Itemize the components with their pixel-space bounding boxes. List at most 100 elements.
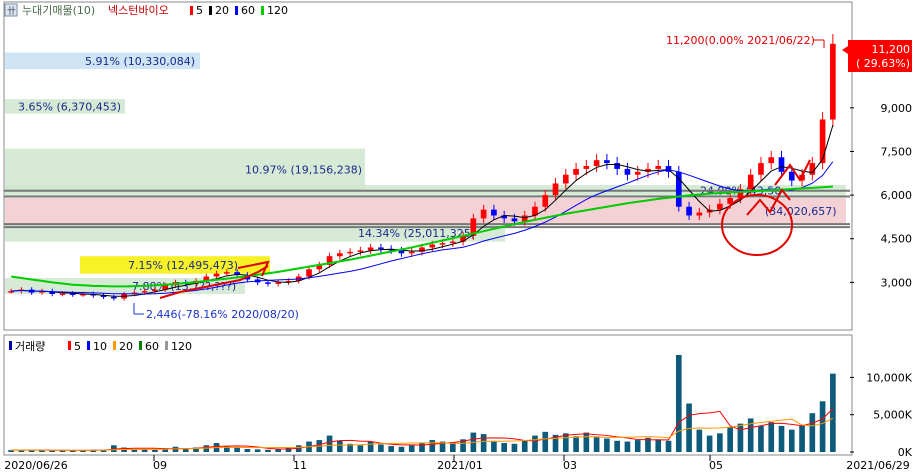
volume-bar bbox=[398, 446, 405, 452]
volume-bar bbox=[275, 449, 282, 452]
volume-tick-label: 10,000K bbox=[866, 371, 912, 384]
price-tick-label: 6,000 bbox=[881, 189, 913, 202]
volume-bar bbox=[480, 434, 487, 452]
candle-body bbox=[141, 291, 148, 293]
candle-body bbox=[511, 218, 518, 222]
volume-bar bbox=[265, 449, 271, 452]
volume-bar bbox=[583, 432, 590, 452]
volume-bar bbox=[521, 440, 528, 452]
overhang-zone-label: 7.15% (12,495,473) bbox=[128, 259, 238, 272]
candle-body bbox=[819, 119, 826, 164]
candle-body bbox=[347, 251, 353, 254]
candle-body bbox=[337, 253, 343, 257]
volume-bar bbox=[326, 435, 333, 452]
indicator-label: 누대기매물(10) bbox=[22, 4, 95, 17]
volume-ma-legend-label: 5 bbox=[74, 340, 81, 353]
volume-bar bbox=[542, 431, 549, 452]
candle-body bbox=[778, 157, 785, 172]
candle-body bbox=[429, 244, 436, 248]
date-tick-label: 03 bbox=[563, 459, 577, 472]
candle-body bbox=[357, 250, 364, 252]
volume-bar bbox=[573, 436, 579, 452]
volume-bar bbox=[378, 444, 384, 452]
candle-body bbox=[367, 247, 374, 251]
volume-bar bbox=[285, 447, 292, 452]
ma-legend-swatch bbox=[235, 6, 238, 15]
volume-bar bbox=[182, 449, 189, 452]
volume-bar bbox=[819, 401, 826, 452]
candle-body bbox=[491, 209, 497, 216]
volume-bar bbox=[717, 433, 723, 452]
candle-body bbox=[111, 296, 117, 299]
date-tick-label: 09 bbox=[153, 459, 167, 472]
date-axis-ticks: 2020/06/26 09 11 2021/01 03 05 2021/06/29 bbox=[4, 455, 910, 472]
volume-bar bbox=[388, 446, 395, 452]
volume-bar bbox=[357, 445, 364, 452]
ma-legend-swatch bbox=[261, 6, 264, 15]
candle-body bbox=[552, 183, 559, 196]
volume-bar bbox=[614, 440, 620, 452]
chart-window: 5.91% (10,330,084) 3.65% (6,370,453) 10.97… bbox=[0, 0, 917, 473]
volume-bar bbox=[686, 403, 692, 452]
last-price: 11,200 bbox=[872, 43, 911, 56]
volume-bar bbox=[152, 449, 158, 452]
volume-bar bbox=[604, 438, 610, 452]
overhang-zone-label: (34,020,657) bbox=[765, 205, 837, 218]
volume-bar bbox=[408, 445, 415, 452]
date-tick-label: 2020/06/26 bbox=[4, 459, 67, 472]
ma-legend-label: 120 bbox=[267, 4, 288, 17]
candle-body bbox=[624, 168, 631, 175]
ma-legend-swatch bbox=[209, 6, 212, 15]
date-tick-label: 11 bbox=[293, 459, 307, 472]
max-annotation: 11,200(0.00% 2021/06/22) bbox=[666, 34, 825, 48]
price-tick-label: 9,000 bbox=[881, 102, 913, 115]
volume-bar bbox=[511, 443, 518, 452]
volume-bar bbox=[778, 425, 785, 452]
candle-body bbox=[830, 43, 836, 120]
volume-bar bbox=[593, 436, 600, 452]
candle-body bbox=[439, 243, 446, 245]
volume-ma-legend-label: 60 bbox=[145, 340, 159, 353]
date-tick-label: 2021/06/29 bbox=[846, 459, 909, 472]
candle-body bbox=[696, 212, 703, 216]
candle-body bbox=[758, 163, 764, 175]
volume-ma-legend-swatch bbox=[87, 341, 90, 350]
volume-bar bbox=[244, 449, 251, 452]
volume-bar bbox=[665, 440, 672, 452]
volume-ma-legend-swatch bbox=[139, 341, 142, 350]
volume-bar bbox=[367, 441, 374, 452]
ma-legend-label: 20 bbox=[215, 4, 229, 17]
volume-bar bbox=[830, 373, 836, 452]
volume-bar bbox=[758, 425, 764, 452]
volume-bar bbox=[788, 429, 795, 452]
svg-text:卄: 卄 bbox=[7, 6, 16, 17]
candle-body bbox=[265, 282, 271, 284]
volume-axis-ticks: 10,000K 5,000K 0K bbox=[850, 371, 913, 459]
volume-bar bbox=[501, 443, 507, 452]
candle-body bbox=[306, 269, 312, 277]
volume-bar bbox=[491, 440, 497, 452]
candle-body bbox=[480, 209, 487, 219]
volume-bar bbox=[624, 441, 631, 452]
candle-body bbox=[593, 160, 600, 166]
volume-ma-legend-label: 120 bbox=[171, 340, 192, 353]
volume-bar bbox=[337, 440, 343, 452]
header-legend: 卄 누대기매물(10) 넥스턴바이오 5 20 60 120 bbox=[4, 3, 288, 17]
candle-body bbox=[573, 168, 579, 175]
candle-body bbox=[747, 174, 754, 190]
candle-body bbox=[213, 273, 220, 277]
volume-ma-legend-swatch bbox=[113, 341, 116, 350]
candle-body bbox=[583, 166, 590, 169]
candle-body bbox=[686, 206, 692, 216]
volume-ma-legend-swatch bbox=[68, 341, 71, 350]
volume-bar bbox=[532, 435, 538, 452]
candle-body bbox=[604, 160, 610, 164]
candle-body bbox=[562, 174, 569, 184]
volume-bar bbox=[28, 450, 35, 452]
volume-tick-label: 5,000K bbox=[873, 409, 912, 422]
ma-legend-label: 60 bbox=[241, 4, 255, 17]
volume-bar bbox=[655, 439, 662, 452]
candle-body bbox=[378, 247, 384, 249]
volume-bar bbox=[706, 435, 713, 452]
price-axis-ticks: 10,5009,0007,5006,0004,5003,000 bbox=[850, 58, 912, 289]
